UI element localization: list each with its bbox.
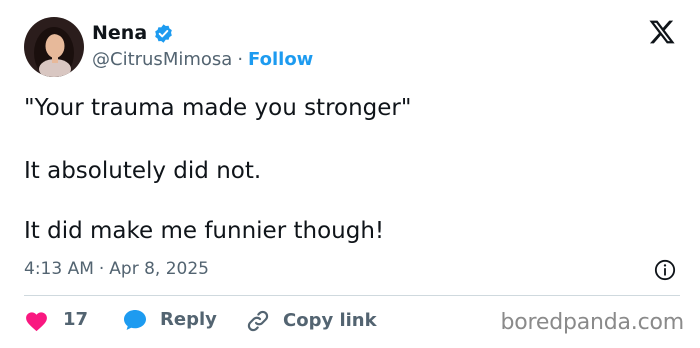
like-button[interactable]: 17 xyxy=(24,308,88,332)
reply-label: Reply xyxy=(160,309,217,330)
watermark: boredpanda.com xyxy=(500,310,684,335)
follow-button[interactable]: Follow xyxy=(248,48,313,72)
tweet-text-line: It did make me funnier though! xyxy=(24,218,385,244)
author-handle[interactable]: @CitrusMimosa xyxy=(92,48,232,72)
copy-link-label: Copy link xyxy=(283,310,377,331)
heart-icon xyxy=(24,309,49,332)
reply-button[interactable]: Reply xyxy=(122,308,217,332)
link-icon xyxy=(245,308,271,334)
handle-separator: · xyxy=(237,49,244,70)
divider xyxy=(24,295,680,296)
info-icon[interactable] xyxy=(654,259,676,281)
tweet-text-line: "Your trauma made you stronger" xyxy=(24,95,412,121)
author-name[interactable]: Nena xyxy=(92,21,147,45)
verified-badge-icon xyxy=(153,23,174,44)
like-count: 17 xyxy=(63,309,89,330)
meta-separator: · xyxy=(98,259,105,279)
x-logo-icon[interactable] xyxy=(648,18,676,46)
copy-link-button[interactable]: Copy link xyxy=(245,308,377,334)
avatar[interactable] xyxy=(24,17,84,77)
tweet-date[interactable]: Apr 8, 2025 xyxy=(109,257,209,281)
reply-bubble-icon xyxy=(122,308,148,332)
tweet-time[interactable]: 4:13 AM xyxy=(24,257,94,281)
tweet-text-line: It absolutely did not. xyxy=(24,158,262,184)
